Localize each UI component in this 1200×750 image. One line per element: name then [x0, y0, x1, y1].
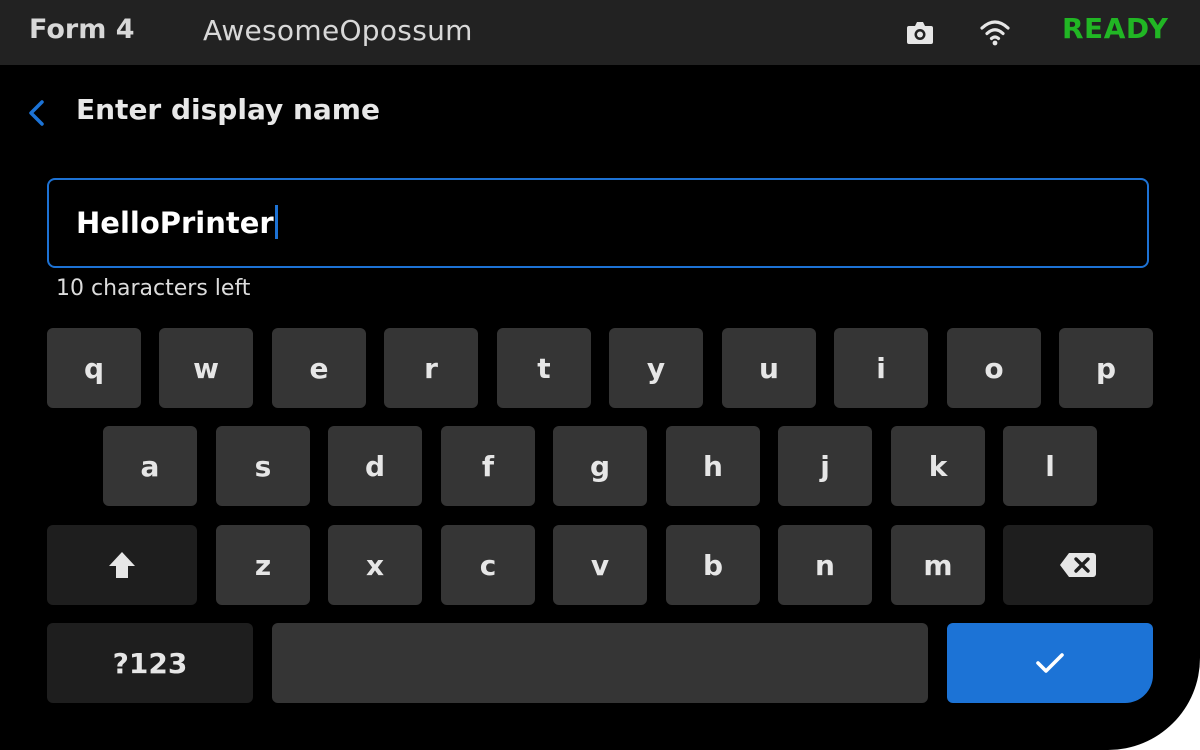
shift-arrow-icon: [107, 550, 137, 580]
key-y[interactable]: y: [609, 328, 703, 408]
wifi-icon[interactable]: [979, 17, 1011, 47]
key-u[interactable]: u: [722, 328, 816, 408]
printer-name: AwesomeOpossum: [203, 14, 473, 47]
key-r[interactable]: r: [384, 328, 478, 408]
key-g[interactable]: g: [553, 426, 647, 506]
confirm-key[interactable]: [947, 623, 1153, 703]
printer-model: Form 4: [29, 14, 135, 45]
input-value: HelloPrinter: [76, 206, 274, 240]
key-k[interactable]: k: [891, 426, 985, 506]
key-i[interactable]: i: [834, 328, 928, 408]
backspace-icon: [1059, 552, 1097, 578]
characters-left-label: 10 characters left: [56, 276, 251, 301]
key-w[interactable]: w: [159, 328, 253, 408]
camera-icon[interactable]: [906, 20, 934, 46]
display-name-input[interactable]: HelloPrinter: [47, 178, 1149, 268]
key-c[interactable]: c: [441, 525, 535, 605]
backspace-key[interactable]: [1003, 525, 1153, 605]
key-p[interactable]: p: [1059, 328, 1153, 408]
key-s[interactable]: s: [216, 426, 310, 506]
key-l[interactable]: l: [1003, 426, 1097, 506]
key-d[interactable]: d: [328, 426, 422, 506]
key-x[interactable]: x: [328, 525, 422, 605]
key-n[interactable]: n: [778, 525, 872, 605]
key-m[interactable]: m: [891, 525, 985, 605]
space-key[interactable]: [272, 623, 928, 703]
key-o[interactable]: o: [947, 328, 1041, 408]
text-cursor: [274, 205, 278, 239]
key-j[interactable]: j: [778, 426, 872, 506]
chevron-left-icon[interactable]: [24, 97, 52, 129]
checkmark-icon: [1034, 650, 1066, 676]
key-v[interactable]: v: [553, 525, 647, 605]
shift-key[interactable]: [47, 525, 197, 605]
page-title: Enter display name: [76, 93, 380, 126]
printer-status: READY: [1062, 12, 1169, 45]
key-b[interactable]: b: [666, 525, 760, 605]
key-z[interactable]: z: [216, 525, 310, 605]
key-q[interactable]: q: [47, 328, 141, 408]
key-a[interactable]: a: [103, 426, 197, 506]
key-f[interactable]: f: [441, 426, 535, 506]
printer-touchscreen: Form 4 AwesomeOpossum READY Enter displa…: [0, 0, 1200, 750]
key-e[interactable]: e: [272, 328, 366, 408]
symbols-key[interactable]: ?123: [47, 623, 253, 703]
key-h[interactable]: h: [666, 426, 760, 506]
input-value-wrap: HelloPrinter: [76, 205, 278, 240]
key-t[interactable]: t: [497, 328, 591, 408]
status-bar: Form 4 AwesomeOpossum READY: [0, 0, 1200, 65]
